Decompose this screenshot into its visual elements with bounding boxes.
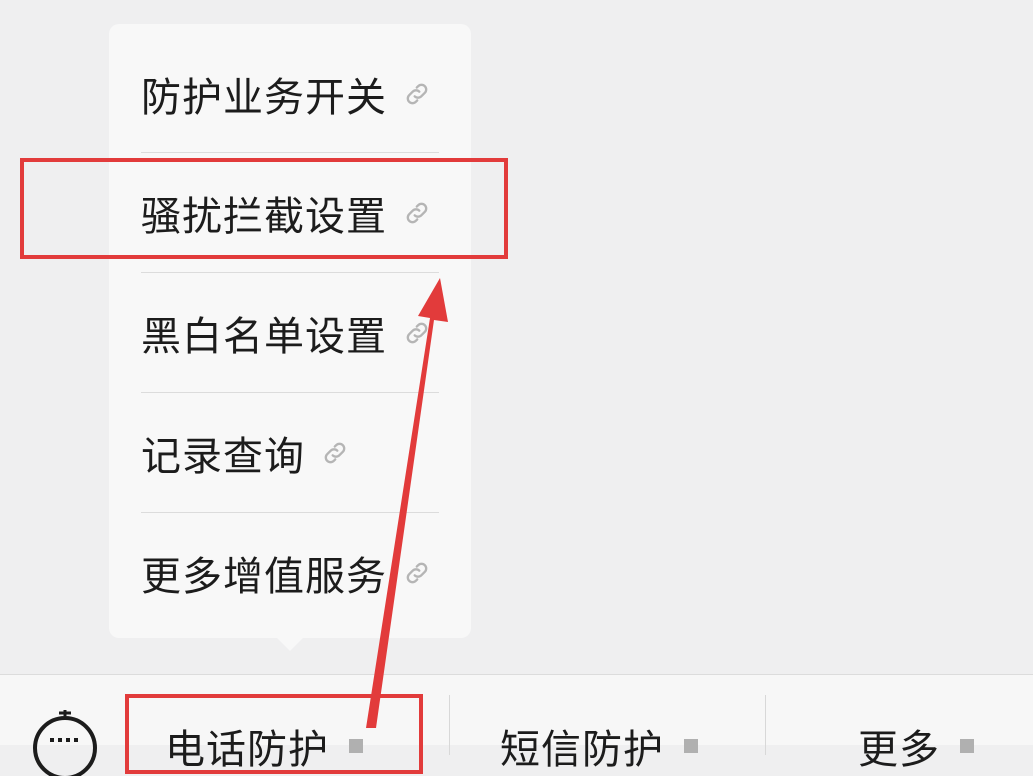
menu-item-label: 防护业务开关 bbox=[141, 75, 387, 121]
menu-item-protection-switch[interactable]: 防护业务开关 bbox=[141, 34, 439, 154]
tab-label: 短信防护 bbox=[500, 727, 664, 773]
link-icon bbox=[406, 322, 428, 344]
caret-icon bbox=[960, 739, 974, 753]
tab-separator bbox=[449, 695, 450, 755]
tab-label: 更多 bbox=[858, 727, 940, 773]
menu-item-label: 更多增值服务 bbox=[141, 554, 387, 600]
dropdown-menu: 防护业务开关 骚扰拦截设置 黑白名单设置 记录查询 更多增值服务 bbox=[109, 24, 471, 638]
menu-item-label: 记录查询 bbox=[141, 434, 305, 480]
link-icon bbox=[324, 442, 346, 464]
menu-item-record-query[interactable]: 记录查询 bbox=[141, 393, 439, 513]
link-icon bbox=[406, 83, 428, 105]
keyboard-icon[interactable] bbox=[32, 710, 98, 776]
tab-separator bbox=[765, 695, 766, 755]
menu-item-more-services[interactable]: 更多增值服务 bbox=[141, 513, 439, 633]
tab-more[interactable]: 更多 bbox=[858, 721, 974, 773]
menu-item-blackwhite-list[interactable]: 黑白名单设置 bbox=[141, 273, 439, 393]
menu-pointer bbox=[275, 636, 305, 651]
annotation-highlight-box bbox=[20, 158, 508, 259]
tab-sms-protection[interactable]: 短信防护 bbox=[500, 721, 698, 773]
link-icon bbox=[406, 562, 428, 584]
annotation-tab-highlight bbox=[125, 694, 423, 774]
caret-icon bbox=[684, 739, 698, 753]
menu-item-label: 黑白名单设置 bbox=[141, 314, 387, 360]
